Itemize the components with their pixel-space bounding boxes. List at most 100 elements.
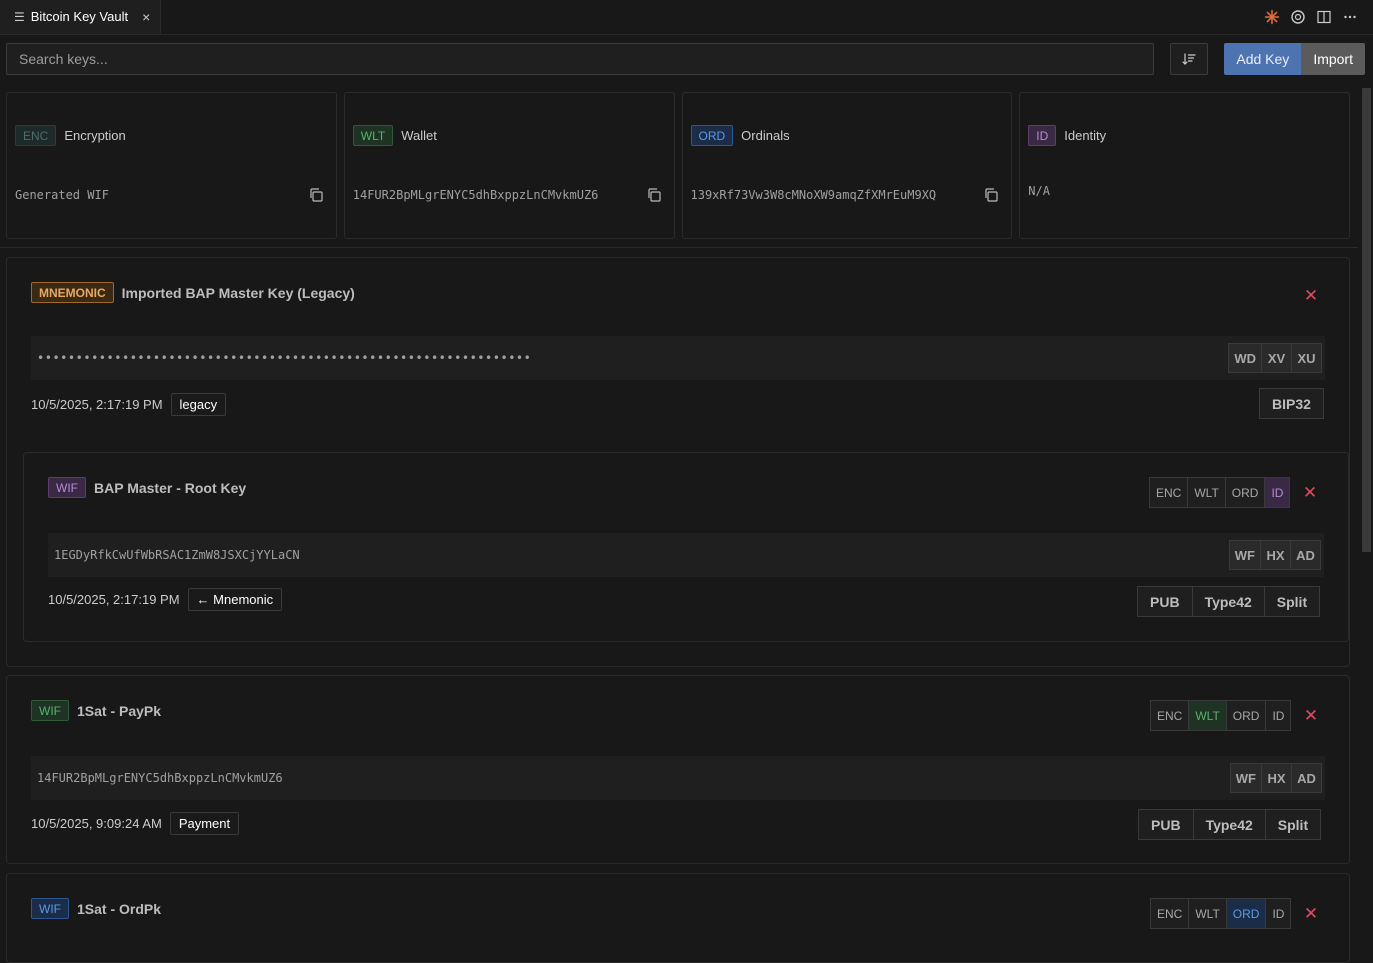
key-card-ordpk: WIF 1Sat - OrdPk ENC WLT ORD ID ✕ [6,873,1350,963]
claude-icon[interactable] [1263,8,1281,26]
format-ad-button[interactable]: AD [1290,540,1321,570]
id-badge: ID [1028,125,1057,146]
role-id-button[interactable]: ID [1264,477,1291,508]
masked-mnemonic: ••••••••••••••••••••••••••••••••••••••••… [37,351,532,365]
more-icon[interactable] [1341,8,1359,26]
key-value-box: 14FUR2BpMLgrENYC5dhBxppzLnCMvkmUZ6 WF HX… [31,756,1325,800]
key-title: 1Sat - OrdPk [77,900,162,917]
split-button[interactable]: Split [1263,586,1321,617]
key-card-child: WIF BAP Master - Root Key ENC WLT ORD ID… [23,452,1349,642]
role-wlt-button[interactable]: WLT [1188,898,1227,929]
divider [0,247,1358,248]
openai-icon[interactable] [1289,8,1307,26]
key-actions: PUB Type42 Split [1137,586,1321,617]
ord-badge: ORD [690,125,734,146]
enc-badge: ENC [15,125,57,146]
role-enc-button[interactable]: ENC [1149,477,1189,508]
search-input[interactable] [6,43,1155,75]
key-actions: BIP32 [1259,388,1324,419]
key-meta: 10/5/2025, 2:17:19 PM ← Mnemonic [48,588,283,611]
summary-card-encryption: ENC Encryption Generated WIF [6,92,337,239]
format-xu-button[interactable]: XU [1291,343,1322,373]
pub-button[interactable]: PUB [1138,809,1194,840]
role-ord-button[interactable]: ORD [1224,477,1266,508]
mnemonic-badge: MNEMONIC [31,282,114,303]
key-actions: PUB Type42 Split [1138,809,1322,840]
role-enc-button[interactable]: ENC [1150,700,1190,731]
format-wd-button[interactable]: WD [1228,343,1262,373]
format-buttons: WD XV XU [1228,343,1322,373]
created-date: 10/5/2025, 2:17:19 PM [48,592,180,607]
type42-button[interactable]: Type42 [1192,809,1266,840]
role-wlt-button[interactable]: WLT [1188,700,1227,731]
key-title: Imported BAP Master Key (Legacy) [121,284,355,301]
summary-title: Encryption [64,128,126,143]
label-tag: Payment [169,812,240,835]
title-actions [1263,0,1373,34]
pub-button[interactable]: PUB [1137,586,1193,617]
key-card-mnemonic: MNEMONIC Imported BAP Master Key (Legacy… [6,257,1350,667]
summary-title: Wallet [401,128,437,143]
delete-key-icon[interactable]: ✕ [1301,483,1319,502]
sort-icon [1182,53,1196,65]
format-hx-button[interactable]: HX [1261,763,1292,793]
add-import-group: Add Key Import [1224,43,1365,75]
sort-button[interactable] [1170,43,1209,75]
bip32-button[interactable]: BIP32 [1259,388,1324,419]
copy-icon[interactable] [308,187,324,203]
list-icon: ☰ [14,9,25,24]
summary-title: Ordinals [741,128,790,143]
role-ord-button[interactable]: ORD [1225,898,1267,929]
key-title: BAP Master - Root Key [94,479,247,496]
tab-close-icon[interactable]: × [142,9,150,25]
key-value-box: 1EGDyRfkCwUfWbRSAC1ZmW8JSXCjYYLaCN WF HX… [48,533,1324,577]
role-id-button[interactable]: ID [1265,700,1292,731]
key-card-paypk: WIF 1Sat - PayPk ENC WLT ORD ID ✕ 14FUR2… [6,675,1350,864]
split-editor-icon[interactable] [1315,8,1333,26]
format-buttons: WF HX AD [1228,540,1321,570]
tab-bitcoin-key-vault[interactable]: ☰ Bitcoin Key Vault × [0,0,162,34]
format-wf-button[interactable]: WF [1228,540,1261,570]
delete-key-icon[interactable]: ✕ [1302,706,1320,725]
import-button[interactable]: Import [1301,43,1365,75]
summary-value: Generated WIF [15,188,109,202]
format-xv-button[interactable]: XV [1261,343,1292,373]
add-key-button[interactable]: Add Key [1224,43,1302,75]
delete-key-icon[interactable]: ✕ [1302,904,1320,923]
role-wlt-button[interactable]: WLT [1187,477,1226,508]
split-button[interactable]: Split [1264,809,1322,840]
role-toggles: ENC WLT ORD ID [1150,898,1292,929]
wlt-badge: WLT [352,125,394,146]
type42-button[interactable]: Type42 [1191,586,1265,617]
role-enc-button[interactable]: ENC [1150,898,1190,929]
format-ad-button[interactable]: AD [1291,763,1322,793]
role-ord-button[interactable]: ORD [1225,700,1267,731]
key-value-box: ••••••••••••••••••••••••••••••••••••••••… [31,336,1325,380]
format-wf-button[interactable]: WF [1229,763,1262,793]
role-id-button[interactable]: ID [1265,898,1292,929]
copy-icon[interactable] [983,187,999,203]
wif-badge: WIF [48,477,86,498]
role-toggles: ENC WLT ORD ID [1149,477,1291,508]
toolbar: Add Key Import [6,43,1365,75]
parent-link[interactable]: ← Mnemonic [187,588,283,611]
created-date: 10/5/2025, 9:09:24 AM [31,816,162,831]
summary-card-identity: ID Identity N/A [1019,92,1350,239]
vertical-scrollbar[interactable] [1362,88,1371,552]
wif-badge: WIF [31,700,69,721]
delete-key-icon[interactable]: ✕ [1302,286,1320,305]
tab-bar: ☰ Bitcoin Key Vault × [0,0,1373,35]
key-value: 1EGDyRfkCwUfWbRSAC1ZmW8JSXCjYYLaCN [54,548,300,562]
summary-card-wallet: WLT Wallet 14FUR2BpMLgrENYC5dhBxppzLnCMvk… [343,92,675,239]
key-meta: 10/5/2025, 9:09:24 AM Payment [31,812,240,835]
created-date: 10/5/2025, 2:17:19 PM [31,397,163,412]
active-keys-summary: ENC Encryption Generated WIF WLT Wallet 14… [6,92,1350,239]
format-hx-button[interactable]: HX [1260,540,1291,570]
copy-icon[interactable] [646,187,662,203]
summary-value: N/A [1028,184,1050,198]
role-toggles: ENC WLT ORD ID [1150,700,1292,731]
tab-title: Bitcoin Key Vault [30,9,129,24]
format-buttons: WF HX AD [1229,763,1322,793]
summary-value: 14FUR2BpMLgrENYC5dhBxppzLnCMvkmUZ6 [352,188,599,202]
summary-value: 139xRf73Vw3W8cMNoXW9amqZfXMrEuM9XQ [690,188,937,202]
